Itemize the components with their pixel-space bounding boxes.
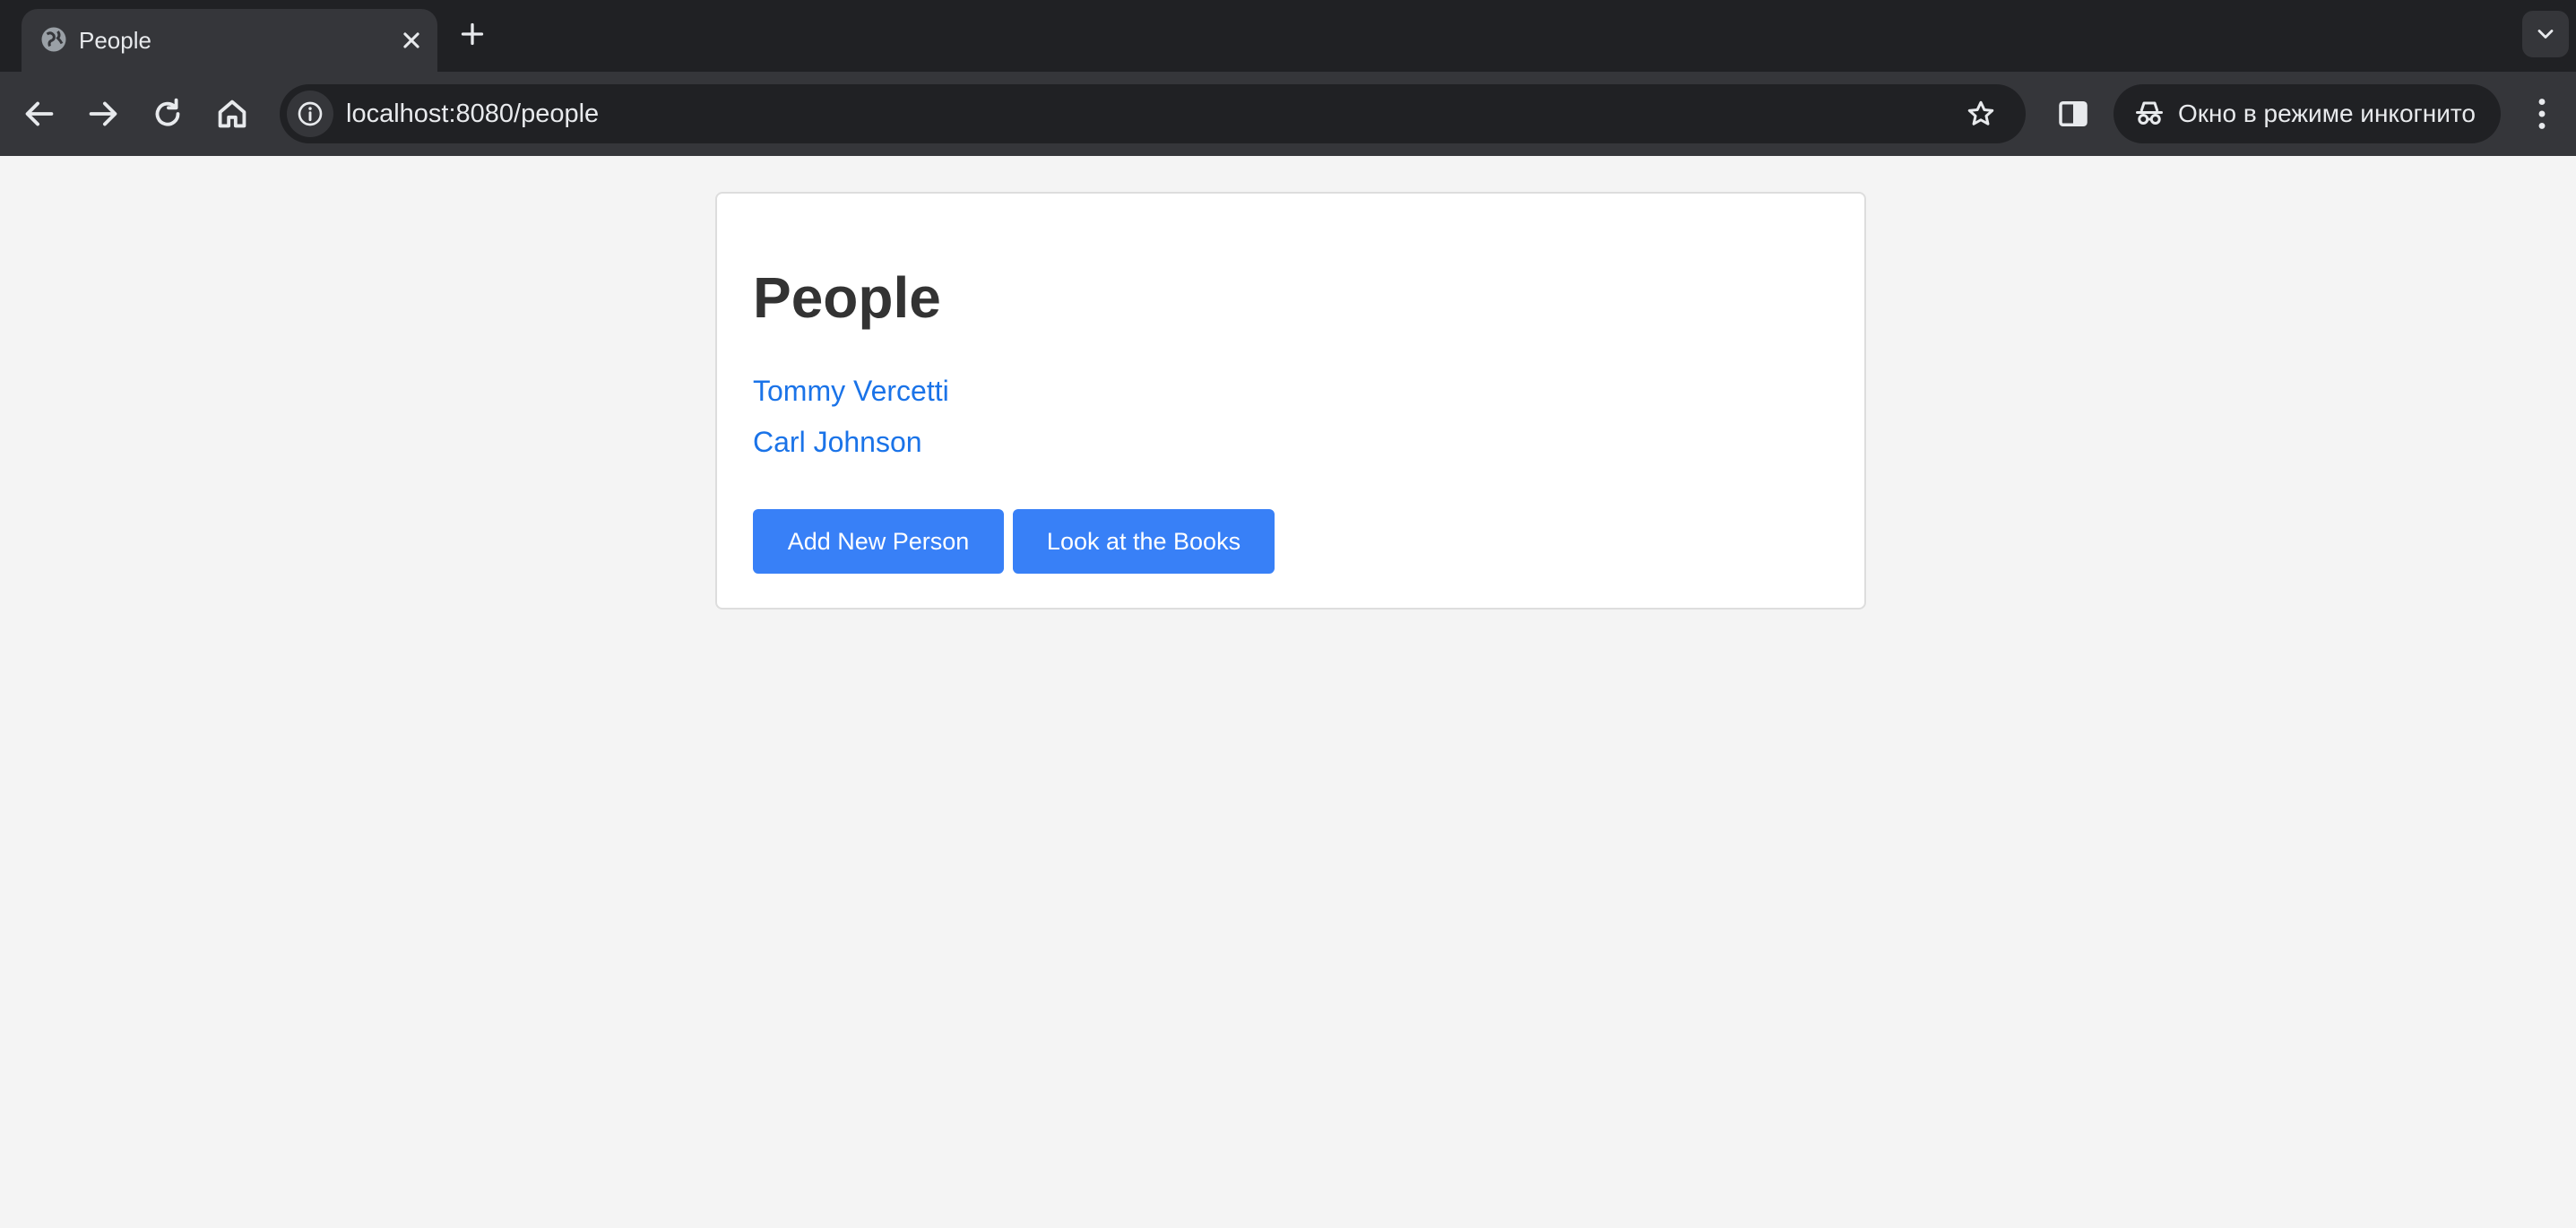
new-tab-icon[interactable] [456, 18, 488, 50]
close-icon[interactable] [396, 25, 427, 56]
person-link-tommy-vercetti[interactable]: Tommy Vercetti [753, 376, 949, 405]
incognito-indicator[interactable]: Окно в режиме инкогнито [2114, 84, 2501, 143]
home-icon[interactable] [212, 93, 253, 134]
forward-icon[interactable] [82, 93, 124, 134]
chevron-down-icon [2537, 30, 2554, 39]
tab-title: People [79, 27, 151, 54]
incognito-label: Окно в режиме инкогнито [2178, 99, 2476, 127]
more-menu-icon[interactable] [2526, 93, 2558, 134]
tab-strip: People [0, 0, 2576, 72]
incognito-icon [2136, 101, 2163, 125]
people-card: People Tommy Vercetti Carl Johnson Add N… [715, 192, 1866, 610]
site-info-button[interactable] [287, 91, 333, 137]
back-icon[interactable] [19, 93, 60, 134]
tab-search-button[interactable] [2522, 11, 2569, 57]
look-at-books-button[interactable]: Look at the Books [1013, 509, 1275, 574]
browser-toolbar: localhost:8080/people Окно в режиме инко… [0, 72, 2576, 156]
person-link-carl-johnson[interactable]: Carl Johnson [753, 428, 922, 456]
info-icon [298, 101, 323, 126]
side-panel-icon[interactable] [2054, 95, 2092, 133]
url-text[interactable]: localhost:8080/people [346, 84, 599, 143]
page-title: People [753, 265, 941, 330]
bookmark-star-icon[interactable] [1965, 98, 1997, 130]
add-new-person-button[interactable]: Add New Person [753, 509, 1004, 574]
tab-people[interactable]: People [22, 9, 437, 72]
reload-icon[interactable] [147, 93, 188, 134]
globe-icon [38, 23, 70, 56]
address-bar[interactable]: localhost:8080/people [280, 84, 2026, 143]
